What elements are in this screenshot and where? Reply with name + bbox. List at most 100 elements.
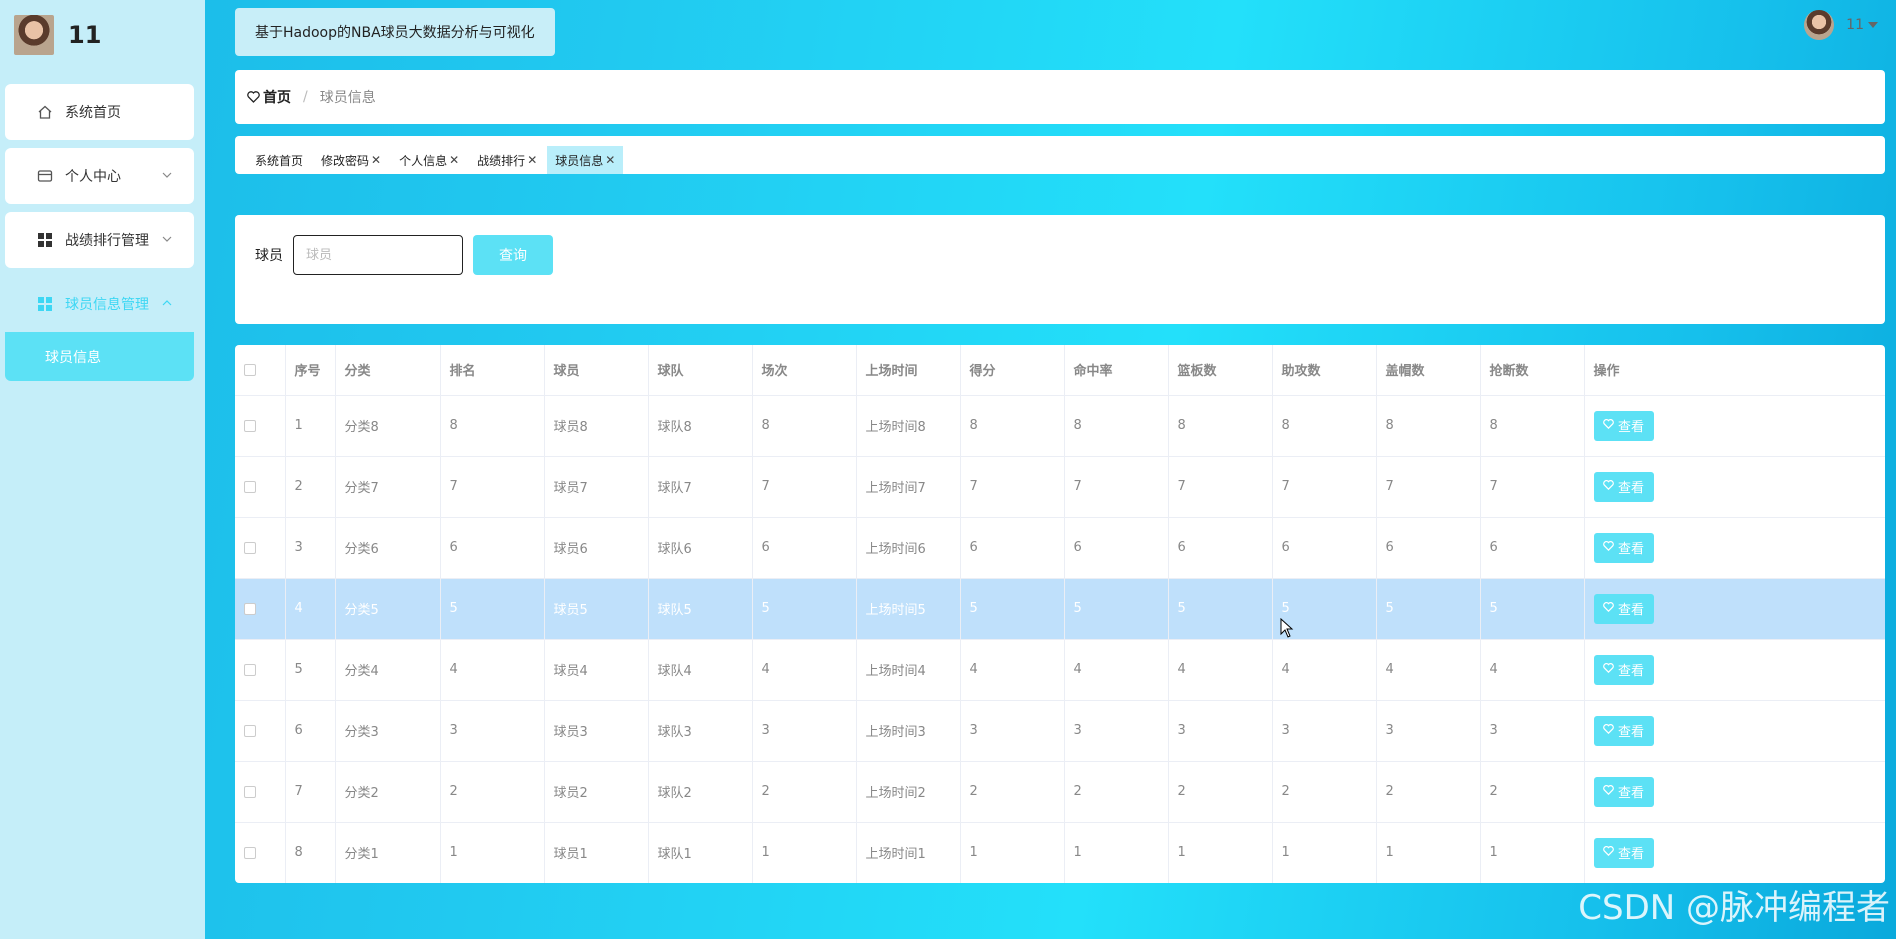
table-row[interactable]: 1 分类8 8 球员8 球队8 8 上场时间8 8 8 8 8 8 8 查看: [235, 395, 1885, 457]
table-cell: 2: [1168, 761, 1273, 823]
table-row[interactable]: 2 分类7 7 球员7 球队7 7 上场时间7 7 7 7 7 7 7 查看: [235, 456, 1885, 518]
breadcrumb-home[interactable]: 首页: [247, 87, 291, 107]
close-icon[interactable]: ✕: [449, 153, 459, 167]
action-cell: 查看: [1584, 456, 1885, 518]
action-cell: 查看: [1584, 639, 1885, 701]
row-select-cell: [235, 822, 286, 883]
player-search-input[interactable]: [293, 235, 463, 275]
tag-ranking[interactable]: 战绩排行 ✕: [469, 146, 545, 174]
table-cell: 1: [1168, 822, 1273, 883]
tag-label: 系统首页: [255, 153, 304, 168]
column-header: 上场时间: [856, 345, 961, 396]
table-cell: 7: [440, 456, 545, 518]
action-cell: 查看: [1584, 700, 1885, 762]
table-cell: 4: [1168, 639, 1273, 701]
close-icon[interactable]: ✕: [371, 153, 381, 167]
sidebar-item-player-management[interactable]: 球员信息管理: [5, 276, 194, 332]
table-row[interactable]: 5 分类4 4 球员4 球队4 4 上场时间4 4 4 4 4 4 4 查看: [235, 639, 1885, 701]
grid-icon: [35, 297, 55, 311]
search-button[interactable]: 查询: [473, 235, 553, 275]
view-button[interactable]: 查看: [1593, 837, 1654, 868]
table-cell: 4: [285, 578, 336, 640]
heart-icon: [1603, 662, 1614, 677]
grid-icon: [35, 233, 55, 247]
table-cell: 8: [752, 395, 857, 457]
table-cell: 2: [285, 456, 336, 518]
row-checkbox[interactable]: [244, 480, 256, 493]
row-checkbox[interactable]: [244, 846, 256, 859]
table-cell: 4: [440, 639, 545, 701]
view-button[interactable]: 查看: [1593, 776, 1654, 807]
table-cell: 分类5: [335, 578, 441, 640]
table-cell: 7: [960, 456, 1065, 518]
table-cell: 上场时间3: [856, 700, 961, 762]
view-button[interactable]: 查看: [1593, 471, 1654, 502]
tag-player-info[interactable]: 球员信息 ✕: [547, 146, 624, 174]
table-cell: 上场时间6: [856, 517, 961, 579]
table-cell: 4: [752, 639, 857, 701]
view-button-label: 查看: [1617, 664, 1644, 679]
view-button[interactable]: 查看: [1593, 410, 1654, 441]
row-checkbox[interactable]: [244, 785, 256, 798]
breadcrumb-home-label: 首页: [263, 90, 291, 106]
sidebar-item-label: 个人中心: [65, 169, 121, 185]
view-button[interactable]: 查看: [1593, 532, 1654, 563]
row-select-cell: [235, 578, 286, 640]
sidebar-item-ranking[interactable]: 战绩排行管理: [5, 212, 194, 268]
view-button[interactable]: 查看: [1593, 654, 1654, 685]
user-menu[interactable]: 11: [1804, 10, 1878, 40]
row-checkbox[interactable]: [244, 419, 256, 432]
table-row[interactable]: 8 分类1 1 球员1 球队1 1 上场时间1 1 1 1 1 1 1 查看: [235, 822, 1885, 883]
tag-personal-info[interactable]: 个人信息 ✕: [391, 146, 467, 174]
row-select-cell: [235, 395, 286, 457]
close-icon[interactable]: ✕: [527, 153, 537, 167]
view-button-label: 查看: [1617, 481, 1644, 496]
action-cell: 查看: [1584, 517, 1885, 579]
row-checkbox[interactable]: [244, 663, 256, 676]
sidebar-item-personal[interactable]: 个人中心: [5, 148, 194, 204]
view-button[interactable]: 查看: [1593, 593, 1654, 624]
table-cell: 1: [1376, 822, 1481, 883]
row-checkbox[interactable]: [244, 602, 256, 615]
table-cell: 球队6: [648, 517, 753, 579]
row-checkbox[interactable]: [244, 541, 256, 554]
breadcrumb-separator: /: [303, 89, 308, 105]
table-cell: 8: [1376, 395, 1481, 457]
close-icon[interactable]: ✕: [605, 153, 615, 167]
tag-home[interactable]: 系统首页: [247, 146, 311, 174]
table-cell: 球员4: [544, 639, 649, 701]
row-checkbox[interactable]: [244, 724, 256, 737]
sidebar-item-home[interactable]: 系统首页: [5, 84, 194, 140]
column-header: 助攻数: [1272, 345, 1377, 396]
table-cell: 6: [960, 517, 1065, 579]
table-cell: 5: [1168, 578, 1273, 640]
table-row[interactable]: 6 分类3 3 球员3 球队3 3 上场时间3 3 3 3 3 3 3 查看: [235, 700, 1885, 762]
tag-label: 战绩排行: [477, 153, 526, 168]
breadcrumb: 首页 / 球员信息: [235, 70, 1885, 124]
table-row[interactable]: 7 分类2 2 球员2 球队2 2 上场时间2 2 2 2 2 2 2 查看: [235, 761, 1885, 823]
sidebar-subitem-player-info[interactable]: 球员信息: [5, 332, 194, 381]
mouse-cursor-icon: [1280, 617, 1294, 642]
table-cell: 2: [960, 761, 1065, 823]
table-cell: 7: [1168, 456, 1273, 518]
table-cell: 3: [1168, 700, 1273, 762]
table-cell: 6: [1480, 517, 1585, 579]
table-cell: 3: [285, 517, 336, 579]
table-cell: 2: [752, 761, 857, 823]
view-button[interactable]: 查看: [1593, 715, 1654, 746]
table-cell: 1: [285, 395, 336, 457]
table-cell: 1: [1272, 822, 1377, 883]
tag-label: 球员信息: [555, 153, 604, 168]
select-all-checkbox[interactable]: [244, 363, 256, 376]
table-cell: 上场时间2: [856, 761, 961, 823]
table-cell: 6: [285, 700, 336, 762]
chevron-down-icon: [162, 168, 172, 184]
table-row[interactable]: 4 分类5 5 球员5 球队5 5 上场时间5 5 5 5 5 5 5 查看: [235, 578, 1885, 640]
heart-icon: [1603, 479, 1614, 494]
sidebar-item-label: 系统首页: [65, 105, 121, 121]
table-row[interactable]: 3 分类6 6 球员6 球队6 6 上场时间6 6 6 6 6 6 6 查看: [235, 517, 1885, 579]
watermark: CSDN @脉冲编程者: [1578, 888, 1890, 928]
table-cell: 5: [285, 639, 336, 701]
table-cell: 8: [960, 395, 1065, 457]
tag-change-password[interactable]: 修改密码 ✕: [313, 146, 389, 174]
